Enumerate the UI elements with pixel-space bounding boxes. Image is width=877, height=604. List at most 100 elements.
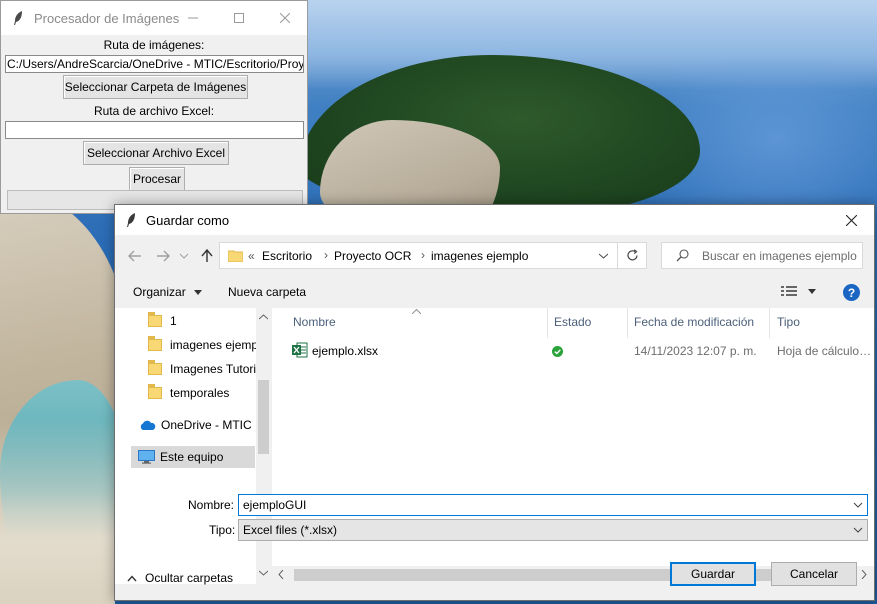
breadcrumb-separator[interactable]: › bbox=[421, 248, 425, 262]
nav-item-1[interactable]: 1 bbox=[148, 310, 177, 332]
maximize-icon bbox=[234, 13, 244, 23]
forward-button[interactable] bbox=[151, 245, 175, 267]
search-box[interactable]: Buscar en imagenes ejemplo bbox=[661, 242, 863, 269]
cloud-icon bbox=[140, 420, 156, 430]
images-path-label: Ruta de imágenes: bbox=[103, 38, 205, 52]
address-dropdown-button[interactable] bbox=[590, 243, 616, 268]
chevron-down-icon[interactable] bbox=[853, 495, 863, 515]
file-list: Nombre Estado Fecha de modificación Tipo… bbox=[272, 308, 874, 584]
address-bar[interactable]: « Escritorio › Proyecto OCR › imagenes e… bbox=[219, 242, 645, 269]
breadcrumb-imagenes-ejemplo[interactable]: imagenes ejemplo bbox=[431, 249, 528, 263]
arrow-up-icon bbox=[201, 249, 213, 262]
view-options-button[interactable] bbox=[781, 285, 817, 300]
select-folder-button[interactable]: Seleccionar Carpeta de Imágenes bbox=[63, 75, 248, 99]
excel-path-entry[interactable] bbox=[5, 121, 304, 139]
nav-item-este-equipo[interactable]: Este equipo bbox=[131, 446, 255, 468]
up-button[interactable] bbox=[195, 245, 219, 267]
nav-scrollbar-thumb[interactable] bbox=[258, 380, 269, 454]
chevron-down-icon bbox=[259, 570, 268, 576]
caret-down-icon bbox=[194, 290, 203, 296]
column-divider[interactable] bbox=[547, 308, 548, 338]
folder-icon bbox=[228, 250, 243, 262]
hide-folders-label: Ocultar carpetas bbox=[145, 571, 234, 585]
close-button[interactable] bbox=[262, 1, 307, 35]
organize-menu[interactable]: Organizar bbox=[133, 285, 203, 299]
arrow-right-icon bbox=[157, 250, 170, 262]
chevron-down-icon bbox=[598, 253, 608, 259]
dialog-title-bar[interactable]: Guardar como bbox=[115, 205, 874, 235]
search-icon bbox=[676, 249, 689, 262]
nav-item-temporales[interactable]: temporales bbox=[148, 382, 229, 404]
nav-item-label: OneDrive - MTIC bbox=[161, 418, 252, 432]
minimize-button[interactable] bbox=[170, 1, 216, 35]
synced-status-icon bbox=[552, 346, 563, 360]
maximize-button[interactable] bbox=[216, 1, 262, 35]
sort-up-icon bbox=[412, 309, 421, 314]
file-type: Hoja de cálculo de Microsoft Excel bbox=[777, 344, 873, 358]
organize-label: Organizar bbox=[133, 285, 186, 299]
file-type-select[interactable]: Excel files (*.xlsx) bbox=[238, 519, 868, 541]
excel-path-label: Ruta de archivo Excel: bbox=[93, 104, 215, 118]
save-button[interactable]: Guardar bbox=[670, 562, 756, 586]
chevron-up-icon bbox=[259, 314, 268, 320]
column-header-fecha[interactable]: Fecha de modificación bbox=[634, 315, 754, 329]
back-button[interactable] bbox=[123, 245, 147, 267]
chevron-left-icon bbox=[278, 570, 284, 579]
nav-item-label: imagenes ejemplo bbox=[170, 338, 268, 352]
folder-icon bbox=[148, 384, 162, 399]
chevron-down-icon bbox=[180, 253, 188, 259]
image-processor-window: Procesador de Imágenes Ruta de imágenes:… bbox=[0, 0, 308, 214]
caret-down-icon bbox=[808, 289, 817, 294]
file-name: ejemplo.xlsx bbox=[312, 344, 379, 358]
save-as-dialog: Guardar como « Escritorio › Proyecto OCR… bbox=[114, 204, 875, 601]
title-bar[interactable]: Procesador de Imágenes bbox=[1, 1, 307, 35]
feather-icon bbox=[127, 213, 135, 227]
process-button[interactable]: Procesar bbox=[129, 167, 185, 191]
nav-item-label: 1 bbox=[170, 314, 177, 328]
column-header-tipo[interactable]: Tipo bbox=[777, 315, 800, 329]
nav-item-label: Este equipo bbox=[160, 450, 224, 464]
file-name-input[interactable]: ejemploGUI bbox=[238, 494, 868, 516]
breadcrumb-proyecto-ocr[interactable]: Proyecto OCR bbox=[334, 249, 411, 263]
dialog-close-button[interactable] bbox=[828, 205, 874, 235]
feather-icon bbox=[14, 11, 22, 25]
file-type-value: Excel files (*.xlsx) bbox=[243, 523, 338, 537]
select-excel-button[interactable]: Seleccionar Archivo Excel bbox=[83, 141, 229, 165]
breadcrumb-overflow[interactable]: « bbox=[248, 249, 255, 263]
navigation-pane: 1 imagenes ejemplo Imagenes Tutorial tem… bbox=[115, 308, 271, 584]
column-header-nombre[interactable]: Nombre bbox=[293, 315, 336, 329]
images-path-entry[interactable]: C:/Users/AndreScarcia/OneDrive - MTIC/Es… bbox=[5, 55, 304, 73]
chevron-right-icon bbox=[861, 570, 867, 579]
help-icon[interactable]: ? bbox=[843, 284, 860, 301]
nav-item-onedrive[interactable]: OneDrive - MTIC bbox=[139, 414, 252, 436]
folder-icon bbox=[148, 360, 162, 375]
breadcrumb-separator[interactable]: › bbox=[324, 248, 328, 262]
computer-icon bbox=[138, 450, 155, 464]
chevron-down-icon bbox=[853, 527, 863, 533]
new-folder-button[interactable]: Nueva carpeta bbox=[228, 285, 306, 299]
cancel-button[interactable]: Cancelar bbox=[771, 562, 857, 586]
hide-folders-toggle[interactable]: Ocultar carpetas bbox=[127, 571, 233, 585]
minimize-icon bbox=[188, 17, 198, 19]
folder-icon bbox=[148, 336, 162, 351]
dialog-title: Guardar como bbox=[146, 213, 230, 228]
file-name-value: ejemploGUI bbox=[243, 498, 307, 512]
nav-item-imagenes-ejemplo[interactable]: imagenes ejemplo bbox=[148, 334, 267, 356]
arrow-left-icon bbox=[128, 250, 141, 262]
type-label: Tipo: bbox=[209, 523, 236, 537]
close-icon bbox=[845, 214, 857, 226]
breadcrumb-escritorio[interactable]: Escritorio bbox=[262, 249, 312, 263]
refresh-icon bbox=[626, 249, 638, 261]
column-divider[interactable] bbox=[769, 308, 770, 338]
search-placeholder: Buscar en imagenes ejemplo bbox=[702, 249, 857, 263]
column-header-estado[interactable]: Estado bbox=[554, 315, 591, 329]
column-divider[interactable] bbox=[627, 308, 628, 338]
nav-item-imagenes-tutorial[interactable]: Imagenes Tutorial bbox=[148, 358, 265, 380]
refresh-button[interactable] bbox=[617, 242, 647, 269]
file-modified: 14/11/2023 12:07 p. m. bbox=[634, 344, 757, 358]
nav-scrollbar[interactable] bbox=[256, 308, 271, 584]
nav-item-label: temporales bbox=[170, 386, 230, 400]
recent-locations-button[interactable] bbox=[175, 245, 193, 267]
wallpaper-beach bbox=[0, 420, 115, 604]
excel-file-icon bbox=[292, 342, 308, 361]
